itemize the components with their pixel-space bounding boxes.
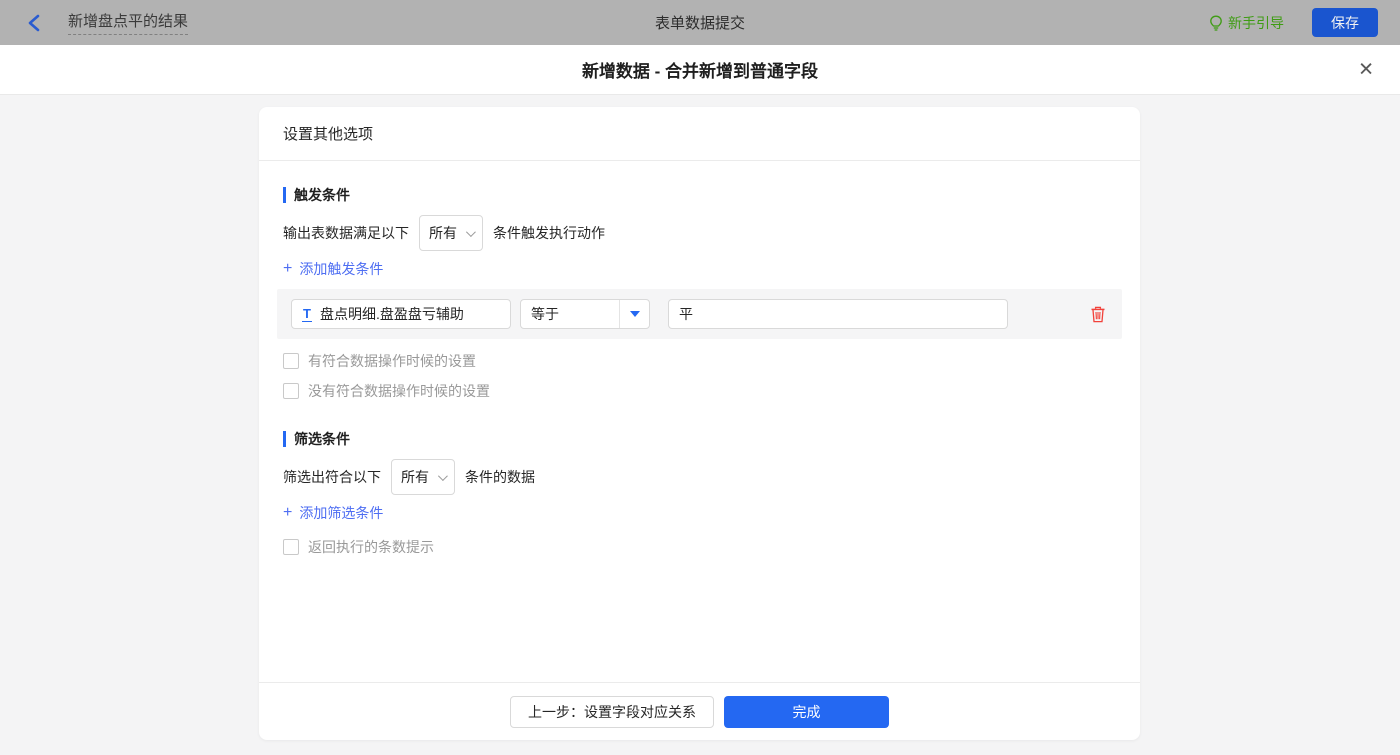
save-button[interactable]: 保存 [1312,8,1378,37]
trigger-match-row: 输出表数据满足以下 所有 条件触发执行动作 [283,215,1116,251]
beginner-guide-link[interactable]: 新手引导 [1209,13,1284,33]
condition-field-label: 盘点明细.盘盈盘亏辅助 [319,306,464,322]
checkbox-icon [283,539,299,555]
filter-match-prefix: 筛选出符合以下 [283,469,381,485]
plus-icon: + [283,504,293,521]
filter-match-suffix: 条件的数据 [465,469,535,485]
condition-operator-value: 等于 [531,306,559,322]
trigger-match-suffix: 条件触发执行动作 [493,225,605,241]
flow-title[interactable]: 新增盘点平的结果 [68,10,189,35]
modal-header: 新增数据 - 合并新增到普通字段 ✕ [0,45,1400,95]
filter-match-mode-value: 所有 [401,469,429,485]
chevron-down-icon [437,470,448,481]
add-trigger-condition-link[interactable]: + 添加触发条件 [283,259,383,279]
filter-match-row: 筛选出符合以下 所有 条件的数据 [283,459,1116,495]
beginner-guide-label: 新手引导 [1228,14,1284,31]
delete-condition-button[interactable] [1090,306,1106,323]
trigger-condition-row: T 盘点明细.盘盈盘亏辅助 等于 [277,289,1122,339]
card-header: 设置其他选项 [259,107,1140,161]
trash-icon [1091,306,1105,322]
topbar-actions: 新手引导 保存 [1209,8,1378,37]
chevron-left-icon [28,14,40,31]
options-card: 设置其他选项 触发条件 输出表数据满足以下 所有 条件触发执行动作 + 添加触发… [259,107,1140,740]
checkbox-label: 没有符合数据操作时候的设置 [308,383,490,399]
trigger-match-mode-select[interactable]: 所有 [419,215,483,251]
checkbox-icon [283,383,299,399]
condition-operator-select[interactable]: 等于 [520,299,650,329]
condition-field-select[interactable]: T 盘点明细.盘盈盘亏辅助 [291,299,511,329]
checkbox-icon [283,353,299,369]
topbar-center-title: 表单数据提交 [654,15,745,32]
card-body: 触发条件 输出表数据满足以下 所有 条件触发执行动作 + 添加触发条件 T 盘点… [259,161,1140,682]
operator-caret-zone [619,300,649,328]
done-button[interactable]: 完成 [724,695,889,728]
plus-icon: + [283,260,293,277]
condition-value-input[interactable] [668,299,1008,329]
add-filter-condition-label: 添加筛选条件 [299,505,384,521]
checkbox-has-matching-data[interactable]: 有符合数据操作时候的设置 [283,351,1116,371]
card-header-title: 设置其他选项 [283,126,374,143]
checkbox-no-matching-data[interactable]: 没有符合数据操作时候的设置 [283,381,1116,401]
modal-body: 设置其他选项 触发条件 输出表数据满足以下 所有 条件触发执行动作 + 添加触发… [0,95,1400,755]
caret-down-icon [629,311,640,317]
section-title-filter: 筛选条件 [283,431,1116,447]
back-button[interactable] [22,11,46,35]
trigger-match-mode-value: 所有 [429,225,457,241]
text-field-type-icon: T [302,305,312,322]
add-filter-condition-link[interactable]: + 添加筛选条件 [283,503,383,523]
checkbox-label: 返回执行的条数提示 [308,539,434,555]
card-footer: 上一步：设置字段对应关系 完成 [259,682,1140,740]
section-title-trigger: 触发条件 [283,187,1116,203]
checkbox-return-count-hint[interactable]: 返回执行的条数提示 [283,537,1116,557]
modal-title: 新增数据 - 合并新增到普通字段 [581,62,819,81]
lightbulb-icon [1210,15,1222,31]
trigger-match-prefix: 输出表数据满足以下 [283,225,409,241]
checkbox-label: 有符合数据操作时候的设置 [308,353,476,369]
chevron-down-icon [465,226,476,237]
filter-match-mode-select[interactable]: 所有 [391,459,455,495]
add-trigger-condition-label: 添加触发条件 [299,261,384,277]
previous-step-button[interactable]: 上一步：设置字段对应关系 [510,695,714,728]
close-icon[interactable]: ✕ [1358,60,1374,79]
topbar: 新增盘点平的结果 表单数据提交 新手引导 保存 [0,0,1400,45]
